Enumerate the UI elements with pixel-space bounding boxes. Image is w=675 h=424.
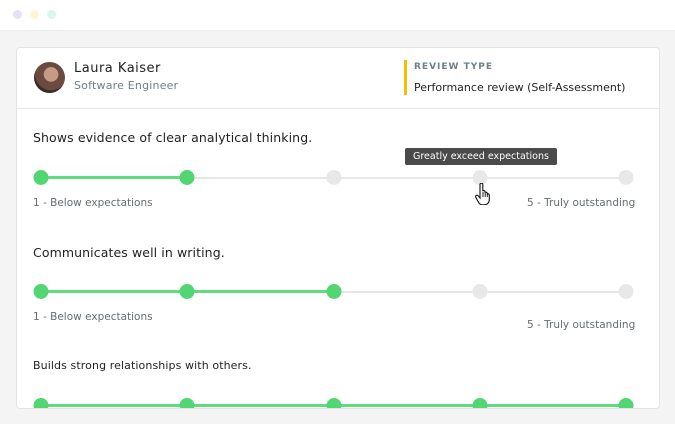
rating-option-1[interactable] <box>33 284 49 299</box>
review-type-accent <box>404 60 407 95</box>
rating-option-2[interactable] <box>179 284 195 299</box>
rating-track-fill <box>41 176 188 179</box>
scale-2-max-label: 5 - Truly outstanding <box>527 319 636 331</box>
review-header: Laura Kaiser Software Engineer REVIEW TY… <box>17 48 659 109</box>
rating-option-4[interactable] <box>472 398 488 408</box>
rating-option-2[interactable] <box>179 170 195 185</box>
question-1-text: Shows evidence of clear analytical think… <box>33 130 313 145</box>
rating-tooltip: Greatly exceed expectations <box>405 148 557 165</box>
rating-option-5[interactable] <box>618 398 634 408</box>
rating-option-3[interactable] <box>326 284 341 299</box>
employee-name: Laura Kaiser <box>74 61 161 76</box>
rating-option-5[interactable] <box>618 284 634 299</box>
window-dot[interactable] <box>30 10 39 19</box>
rating-option-3[interactable] <box>326 170 341 185</box>
review-type-label: REVIEW TYPE <box>414 62 494 72</box>
window-dot[interactable] <box>47 10 56 19</box>
question-3-text: Builds strong relationships with others. <box>33 359 252 372</box>
rating-option-4[interactable] <box>472 284 488 299</box>
rating-option-1[interactable] <box>33 398 49 408</box>
rating-scale-1[interactable] <box>17 168 659 188</box>
scale-2-min-label: 1 - Below expectations <box>33 311 153 323</box>
employee-role: Software Engineer <box>74 79 179 92</box>
window-chrome <box>0 0 675 30</box>
rating-option-2[interactable] <box>179 398 195 408</box>
hand-cursor-icon <box>475 183 490 205</box>
scale-1-max-label: 5 - Truly outstanding <box>527 197 636 209</box>
review-type-value: Performance review (Self-Assessment) <box>414 81 626 94</box>
rating-option-3[interactable] <box>326 398 341 408</box>
scale-1-min-label: 1 - Below expectations <box>33 197 153 209</box>
rating-option-1[interactable] <box>33 170 49 185</box>
rating-option-5[interactable] <box>618 170 634 185</box>
review-card: Laura Kaiser Software Engineer REVIEW TY… <box>16 47 660 409</box>
rating-scale-3[interactable] <box>17 396 659 408</box>
window-dot[interactable] <box>13 10 22 19</box>
avatar <box>34 62 65 93</box>
question-2-text: Communicates well in writing. <box>33 245 225 260</box>
rating-scale-2[interactable] <box>17 282 659 302</box>
